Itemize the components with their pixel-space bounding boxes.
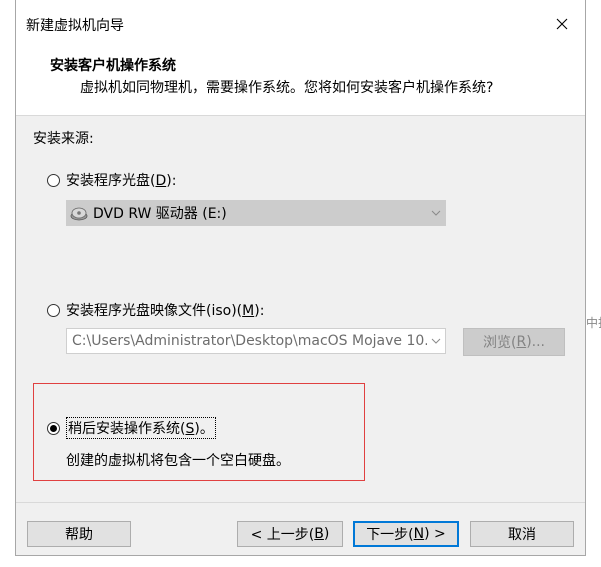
install-source-label: 安装来源:: [33, 131, 94, 147]
help-button[interactable]: 帮助: [27, 521, 131, 547]
new-vm-wizard-dialog: 新建虚拟机向导 安装客户机操作系统 虚拟机如同物理机，需要操作系统。您将如何安装…: [15, 0, 586, 556]
radio-installer-disc[interactable]: 安装程序光盘(D):: [47, 170, 176, 190]
iso-path-select[interactable]: C:\Users\Administrator\Desktop\macOS Moj…: [66, 328, 446, 354]
install-later-description: 创建的虚拟机将包含一个空白硬盘。: [66, 453, 290, 469]
footer-divider: [16, 502, 585, 503]
window-title: 新建虚拟机向导: [26, 18, 124, 34]
browse-button[interactable]: 浏览(R)...: [463, 328, 565, 356]
background-text: 中打: [586, 316, 601, 330]
radio-label-later: 稍后安装操作系统(S)。: [66, 417, 216, 439]
iso-path-value: C:\Users\Administrator\Desktop\macOS Moj…: [72, 333, 427, 349]
disc-drive-value: DVD RW 驱动器 (E:): [93, 206, 227, 222]
back-button[interactable]: < 上一步(B): [237, 521, 343, 547]
close-button[interactable]: [539, 0, 585, 47]
radio-iso-image[interactable]: 安装程序光盘映像文件(iso)(M):: [47, 300, 264, 320]
radio-label-disc: 安装程序光盘(D):: [66, 173, 177, 189]
radio-install-later[interactable]: 稍后安装操作系统(S)。: [47, 417, 216, 439]
disc-drive-select[interactable]: DVD RW 驱动器 (E:): [66, 200, 446, 226]
next-button[interactable]: 下一步(N) >: [353, 521, 459, 547]
wizard-header: 安装客户机操作系统 虚拟机如同物理机，需要操作系统。您将如何安装客户机操作系统?: [16, 47, 585, 116]
radio-button-iso[interactable]: [47, 303, 60, 317]
radio-label-iso: 安装程序光盘映像文件(iso)(M):: [66, 303, 265, 319]
page-title: 安装客户机操作系统: [50, 58, 176, 74]
chevron-down-icon: [427, 210, 445, 216]
page-subtitle: 虚拟机如同物理机，需要操作系统。您将如何安装客户机操作系统?: [80, 80, 494, 96]
chevron-down-icon: [427, 338, 445, 344]
cancel-button[interactable]: 取消: [470, 521, 574, 547]
title-bar: 新建虚拟机向导: [16, 0, 585, 47]
page: 中打 新建虚拟机向导 安装客户机操作系统 虚拟机如同物理机，需要操作系统。您将如…: [0, 0, 601, 567]
disc-drive-icon: [69, 204, 89, 222]
radio-button-disc[interactable]: [47, 173, 60, 187]
close-icon: [556, 18, 568, 29]
radio-button-later[interactable]: [47, 421, 60, 435]
